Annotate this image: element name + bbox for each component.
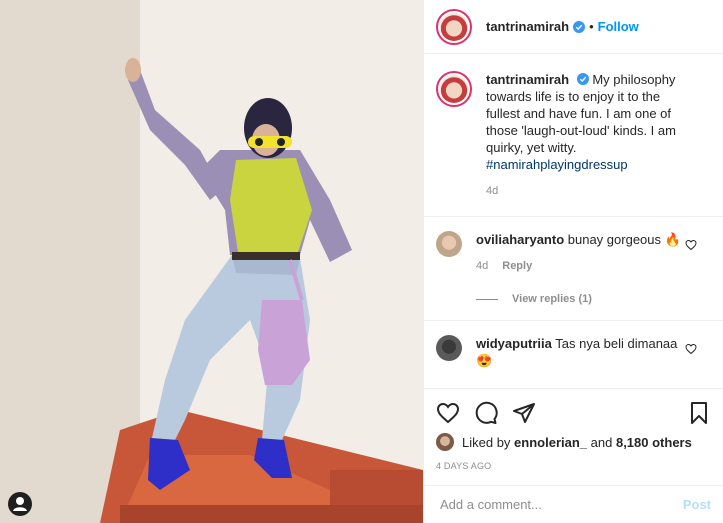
liked-by-and: and: [590, 434, 613, 450]
caption-hashtag[interactable]: #namirahplayingdressup: [486, 157, 628, 172]
comment-like-heart-icon[interactable]: [685, 239, 697, 251]
commenter-avatar[interactable]: [436, 335, 462, 361]
liked-by-prefix: Liked by: [462, 434, 511, 450]
verified-badge-icon: [576, 73, 589, 85]
follow-button[interactable]: Follow: [598, 19, 639, 34]
author-avatar[interactable]: [436, 8, 472, 45]
user-tag-button[interactable]: [8, 492, 32, 516]
comment-item: widyaputriia Tas nya beli dimanaa😍: [424, 321, 723, 369]
commenter-avatar[interactable]: [436, 231, 462, 257]
comment-age: 4d: [476, 260, 489, 272]
caption-username[interactable]: tantrinamirah: [486, 72, 569, 87]
comment-input[interactable]: [440, 497, 683, 512]
comment-username[interactable]: widyaputriia: [476, 336, 552, 351]
heart-icon[interactable]: [436, 401, 460, 425]
view-replies-label: View replies (1): [512, 293, 592, 305]
author-username[interactable]: tantrinamirah: [486, 19, 569, 34]
post-actions: Liked by ennolerian_ and 8,180 others 4 …: [424, 388, 723, 478]
post-timestamp[interactable]: 4 DAYS AGO: [436, 461, 711, 471]
caption-age: 4d: [486, 185, 499, 197]
photo-illustration: [0, 0, 423, 523]
liker-avatar[interactable]: [436, 433, 454, 451]
comment-username[interactable]: oviliaharyanto: [476, 232, 564, 247]
follow-separator: •: [589, 19, 594, 34]
share-icon[interactable]: [512, 401, 536, 425]
replies-divider: [476, 299, 498, 300]
likes-summary: Liked by ennolerian_ and 8,180 others: [436, 433, 711, 451]
verified-badge-icon: [573, 20, 586, 33]
comment-item: oviliaharyanto bunay gorgeous 🔥 4d Reply …: [424, 217, 723, 308]
comment-text: bunay gorgeous 🔥: [567, 232, 681, 247]
caption-avatar[interactable]: [436, 71, 472, 107]
view-replies-button[interactable]: View replies (1): [476, 291, 686, 308]
post-detail-panel: tantrinamirah • Follow tantrinamirah My …: [423, 0, 723, 523]
post-caption: tantrinamirah My philosophy towards life…: [424, 55, 723, 217]
post-header: tantrinamirah • Follow: [424, 0, 723, 54]
post-photo[interactable]: [0, 0, 423, 523]
user-tag-icon: [13, 497, 27, 511]
liked-by-user[interactable]: ennolerian_: [514, 435, 587, 450]
comment-icon[interactable]: [474, 401, 498, 425]
comment-like-heart-icon[interactable]: [685, 343, 697, 355]
post-comment-button[interactable]: Post: [683, 497, 711, 512]
comments-scroll[interactable]: tantrinamirah My philosophy towards life…: [424, 55, 723, 388]
reply-button[interactable]: Reply: [502, 260, 532, 272]
comment-composer: Post: [424, 485, 723, 523]
likes-count[interactable]: 8,180 others: [616, 435, 692, 450]
bookmark-icon[interactable]: [687, 401, 711, 425]
